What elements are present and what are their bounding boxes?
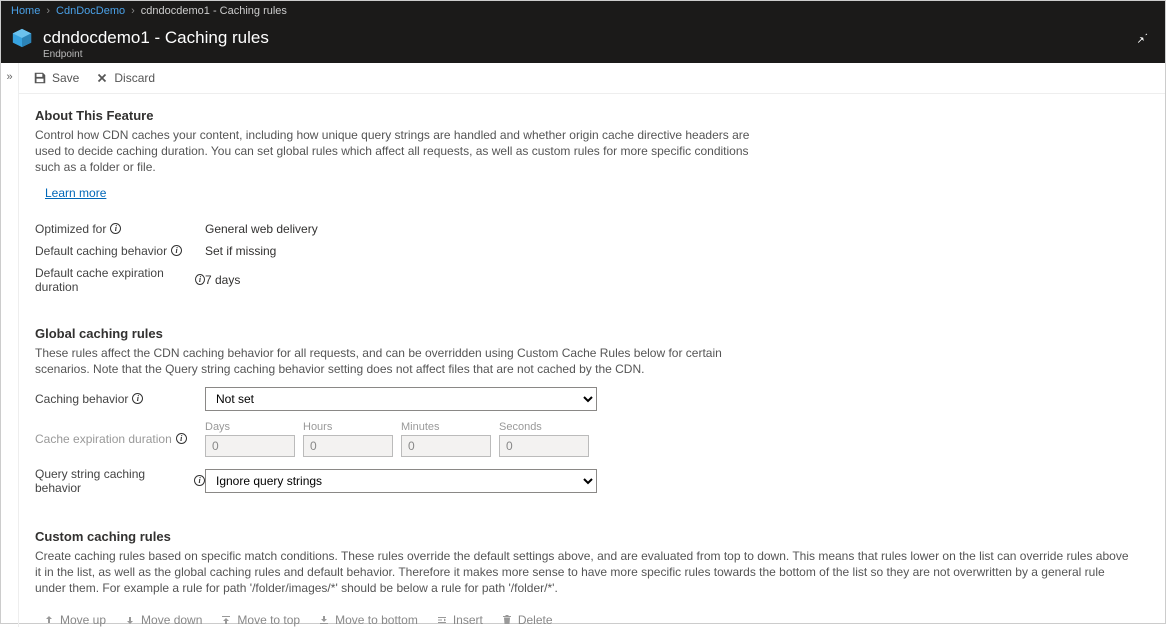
default-caching-value: Set if missing [205, 244, 276, 258]
discard-button[interactable]: Discard [95, 71, 155, 85]
move-up-button[interactable]: Move up [43, 613, 106, 627]
delete-button[interactable]: Delete [501, 613, 553, 627]
custom-desc: Create caching rules based on specific m… [35, 548, 1135, 597]
breadcrumb-current: cdndocdemo1 - Caching rules [141, 5, 287, 17]
caching-behavior-label: Caching behavior [35, 392, 128, 406]
expand-panel-button[interactable]: » [1, 63, 19, 627]
days-label: Days [205, 421, 295, 433]
minutes-input [401, 435, 491, 457]
caching-behavior-select[interactable]: Not set [205, 387, 597, 411]
cache-expiration-row: Cache expiration duration i Days Hours M… [35, 421, 1149, 457]
minutes-label: Minutes [401, 421, 491, 433]
default-expiration-label: Default cache expiration duration [35, 266, 191, 294]
save-label: Save [52, 71, 79, 85]
move-down-label: Move down [141, 613, 202, 627]
about-desc: Control how CDN caches your content, inc… [35, 127, 755, 176]
breadcrumb: Home › CdnDocDemo › cdndocdemo1 - Cachin… [1, 1, 1165, 21]
discard-label: Discard [114, 71, 155, 85]
info-icon[interactable]: i [171, 245, 182, 256]
move-bottom-label: Move to bottom [335, 613, 418, 627]
rules-toolbar: Move up Move down Move to top Move to bo… [35, 603, 1149, 627]
page-title: cdndocdemo1 - Caching rules [43, 28, 269, 48]
query-string-row: Query string caching behavior i Ignore q… [35, 467, 1149, 495]
seconds-label: Seconds [499, 421, 589, 433]
query-string-label: Query string caching behavior [35, 467, 190, 495]
insert-button[interactable]: Insert [436, 613, 483, 627]
info-icon[interactable]: i [194, 475, 205, 486]
default-caching-row: Default caching behavior i Set if missin… [35, 244, 1149, 258]
move-bottom-button[interactable]: Move to bottom [318, 613, 418, 627]
content-area: About This Feature Control how CDN cache… [19, 94, 1165, 627]
hours-label: Hours [303, 421, 393, 433]
move-top-label: Move to top [237, 613, 300, 627]
info-icon[interactable]: i [195, 274, 205, 285]
query-string-select[interactable]: Ignore query strings [205, 469, 597, 493]
delete-label: Delete [518, 613, 553, 627]
move-up-label: Move up [60, 613, 106, 627]
hours-input [303, 435, 393, 457]
move-top-button[interactable]: Move to top [220, 613, 300, 627]
pin-icon[interactable] [1135, 30, 1155, 47]
custom-heading: Custom caching rules [35, 529, 1149, 544]
save-icon [33, 71, 47, 85]
about-heading: About This Feature [35, 108, 1149, 123]
days-input [205, 435, 295, 457]
insert-label: Insert [453, 613, 483, 627]
breadcrumb-home[interactable]: Home [11, 5, 40, 17]
cache-expiration-label: Cache expiration duration [35, 432, 172, 446]
page-header: cdndocdemo1 - Caching rules Endpoint [1, 21, 1165, 57]
breadcrumb-sep: › [46, 5, 50, 17]
default-expiration-value: 7 days [205, 273, 240, 287]
learn-more-link[interactable]: Learn more [45, 186, 106, 200]
move-down-button[interactable]: Move down [124, 613, 202, 627]
breadcrumb-sep: › [131, 5, 135, 17]
seconds-input [499, 435, 589, 457]
save-button[interactable]: Save [33, 71, 79, 85]
info-icon[interactable]: i [176, 433, 187, 444]
page-subtitle: Endpoint [43, 49, 82, 60]
global-desc: These rules affect the CDN caching behav… [35, 345, 755, 377]
endpoint-icon [11, 27, 33, 49]
info-icon[interactable]: i [110, 223, 121, 234]
optimized-for-label: Optimized for [35, 222, 106, 236]
discard-icon [95, 71, 109, 85]
info-icon[interactable]: i [132, 393, 143, 404]
optimized-for-value: General web delivery [205, 222, 318, 236]
breadcrumb-level1[interactable]: CdnDocDemo [56, 5, 125, 17]
default-caching-label: Default caching behavior [35, 244, 167, 258]
global-heading: Global caching rules [35, 326, 1149, 341]
caching-behavior-row: Caching behavior i Not set [35, 387, 1149, 411]
default-expiration-row: Default cache expiration duration i 7 da… [35, 266, 1149, 294]
optimized-for-row: Optimized for i General web delivery [35, 222, 1149, 236]
command-bar: Save Discard [19, 63, 1165, 94]
